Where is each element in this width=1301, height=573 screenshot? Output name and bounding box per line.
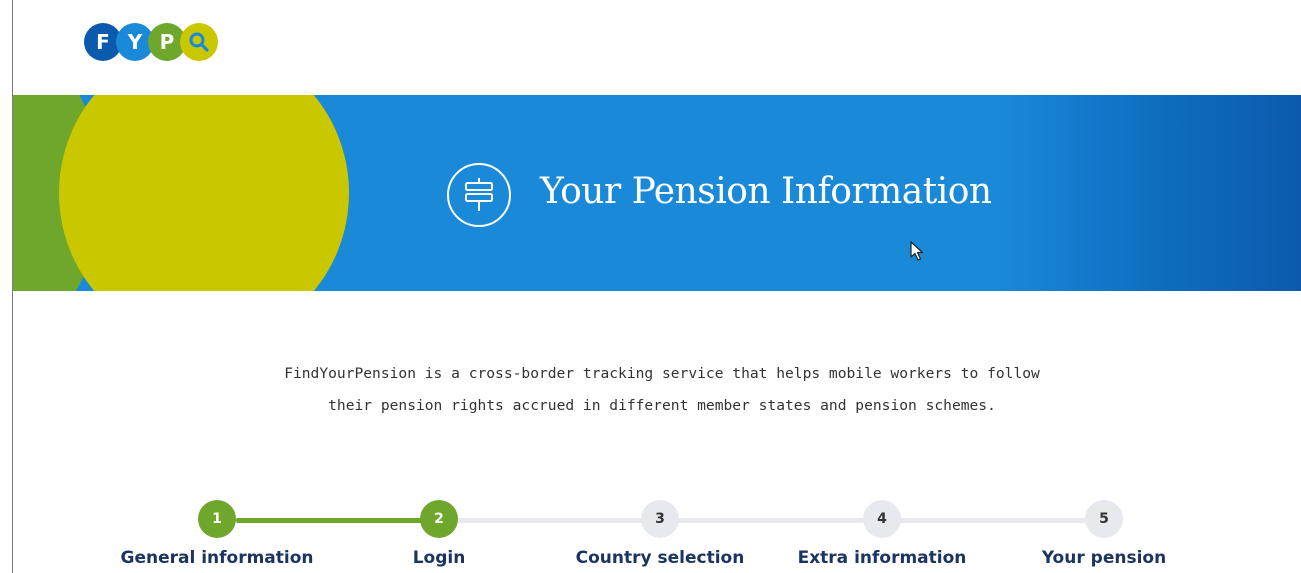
step-2-circle[interactable]: 2 bbox=[420, 500, 458, 538]
intro-line-2: their pension rights accrued in differen… bbox=[328, 397, 996, 414]
intro-text: FindYourPension is a cross-border tracki… bbox=[250, 358, 1074, 422]
magnifier-icon bbox=[180, 23, 218, 61]
step-5-label[interactable]: Your pension bbox=[994, 548, 1214, 568]
stepper-track-remaining bbox=[456, 518, 1106, 523]
hero-banner: Your Pension Information bbox=[13, 95, 1301, 291]
fypq-logo[interactable]: F Y P bbox=[84, 23, 224, 63]
intro-line-1: FindYourPension is a cross-border tracki… bbox=[284, 365, 1040, 382]
step-2-label[interactable]: Login bbox=[329, 548, 549, 568]
signpost-icon bbox=[447, 163, 511, 227]
stepper-track-completed bbox=[236, 518, 436, 523]
step-3-circle[interactable]: 3 bbox=[641, 500, 679, 538]
step-1-circle[interactable]: 1 bbox=[198, 500, 236, 538]
step-4-label[interactable]: Extra information bbox=[772, 548, 992, 568]
mouse-cursor-icon bbox=[910, 241, 924, 261]
hero-yellow-circle bbox=[59, 95, 349, 291]
step-3-label[interactable]: Country selection bbox=[550, 548, 770, 568]
step-4-circle[interactable]: 4 bbox=[863, 500, 901, 538]
step-5-circle[interactable]: 5 bbox=[1085, 500, 1123, 538]
step-1-label[interactable]: General information bbox=[107, 548, 327, 568]
page-title: Your Pension Information bbox=[540, 171, 992, 212]
progress-stepper: 1 2 3 4 5 General information Login Coun… bbox=[0, 500, 1301, 573]
